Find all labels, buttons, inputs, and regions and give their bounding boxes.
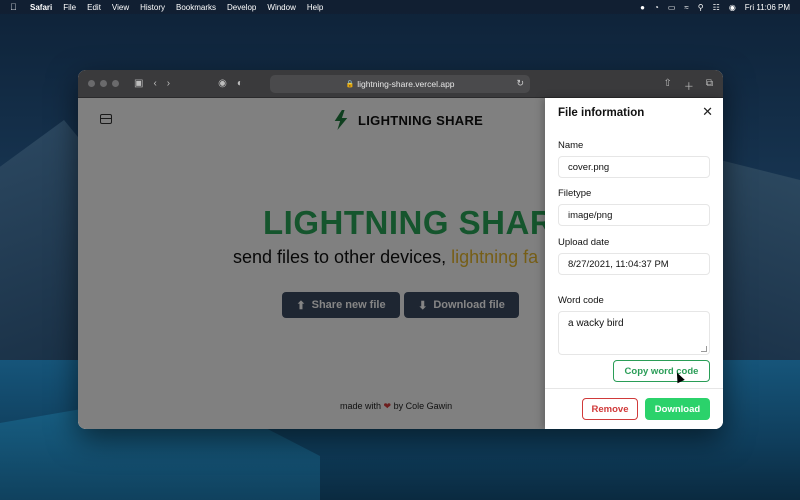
zoom-window-button[interactable] xyxy=(112,80,119,87)
toolbar-right-actions: ⇧ ＋ ⧉ xyxy=(663,78,713,93)
menu-item-develop[interactable]: Develop xyxy=(227,3,256,12)
menu-item-help[interactable]: Help xyxy=(307,3,323,12)
menu-item-window[interactable]: Window xyxy=(267,3,295,12)
file-information-drawer: File information ✕ Name cover.png Filety… xyxy=(545,98,723,429)
menu-item-bookmarks[interactable]: Bookmarks xyxy=(176,3,216,12)
menu-item-file[interactable]: File xyxy=(63,3,76,12)
word-code-textarea[interactable]: a wacky bird xyxy=(558,311,710,355)
shield-icon[interactable]: ◐ xyxy=(237,78,243,89)
menu-app-name[interactable]: Safari xyxy=(30,3,52,12)
apple-menu-icon[interactable]:  xyxy=(10,2,20,12)
web-page: LIGHTNING SHARE LIGHTNING SHARE send fil… xyxy=(78,98,723,429)
filetype-label: Filetype xyxy=(558,188,592,199)
control-center-icon[interactable]: ☷ xyxy=(713,3,720,12)
sidebar-toggle-icon[interactable]: ▣ xyxy=(134,78,143,89)
word-code-label: Word code xyxy=(558,295,604,306)
menu-extras: ● ◔ ▭ ≈ ⚲ ☷ ◉ Fri 11:06 PM xyxy=(640,3,790,12)
name-label: Name xyxy=(558,140,584,151)
browser-window: ▣ ‹ › ◉ ◐ 🔒 lightning-share.vercel.app ↻… xyxy=(78,70,723,429)
copy-word-code-button[interactable]: Copy word code xyxy=(613,360,710,382)
menu-item-view[interactable]: View xyxy=(112,3,129,12)
battery-icon[interactable]: ▭ xyxy=(668,3,676,12)
minimize-window-button[interactable] xyxy=(100,80,107,87)
drawer-title: File information xyxy=(558,107,645,119)
upload-date-label: Upload date xyxy=(558,237,610,248)
privacy-report-icon[interactable]: ◉ xyxy=(218,78,227,89)
record-icon[interactable]: ● xyxy=(640,3,645,12)
close-window-button[interactable] xyxy=(88,80,95,87)
share-icon[interactable]: ⇧ xyxy=(663,78,671,93)
menu-item-history[interactable]: History xyxy=(140,3,165,12)
menu-item-edit[interactable]: Edit xyxy=(87,3,101,12)
remove-button[interactable]: Remove xyxy=(582,398,638,420)
filetype-field[interactable]: image/png xyxy=(558,204,710,226)
reload-icon[interactable]: ↻ xyxy=(516,78,524,89)
new-tab-icon[interactable]: ＋ xyxy=(684,78,694,93)
tab-overview-icon[interactable]: ⧉ xyxy=(706,78,713,93)
moon-icon[interactable]: ◔ xyxy=(654,3,659,12)
modal-overlay[interactable] xyxy=(78,98,545,429)
name-field[interactable]: cover.png xyxy=(558,156,710,178)
siri-icon[interactable]: ◉ xyxy=(729,3,736,12)
lock-icon: 🔒 xyxy=(345,81,355,88)
menu-bar:  Safari File Edit View History Bookmark… xyxy=(0,0,800,14)
forward-icon[interactable]: › xyxy=(167,78,170,89)
address-bar[interactable]: 🔒 lightning-share.vercel.app ↻ xyxy=(270,75,530,93)
back-icon[interactable]: ‹ xyxy=(153,78,156,89)
download-button[interactable]: Download xyxy=(645,398,710,420)
upload-date-field[interactable]: 8/27/2021, 11:04:37 PM xyxy=(558,253,710,275)
menu-clock[interactable]: Fri 11:06 PM xyxy=(745,3,790,12)
search-icon[interactable]: ⚲ xyxy=(698,3,704,12)
drawer-divider xyxy=(545,388,723,389)
address-url: lightning-share.vercel.app xyxy=(357,79,455,89)
wifi-icon[interactable]: ≈ xyxy=(684,3,688,12)
close-icon[interactable]: ✕ xyxy=(702,104,713,120)
browser-toolbar: ▣ ‹ › ◉ ◐ 🔒 lightning-share.vercel.app ↻… xyxy=(78,70,723,98)
